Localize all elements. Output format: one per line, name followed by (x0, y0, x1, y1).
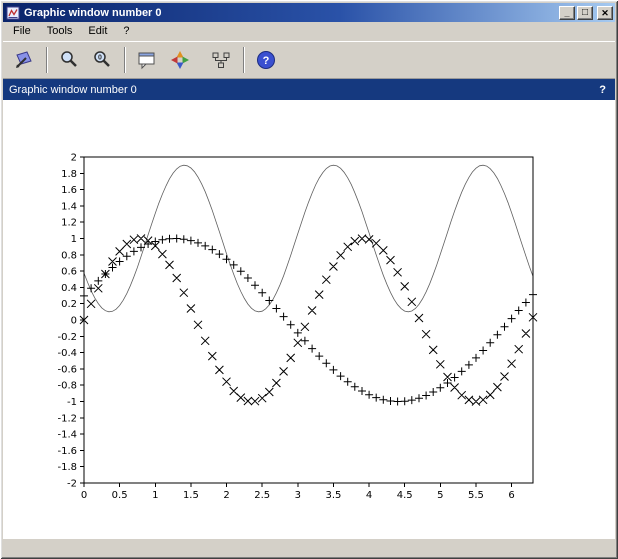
toolbar-separator (124, 47, 126, 73)
svg-text:-1: -1 (67, 397, 77, 408)
maximize-button[interactable]: □ (577, 6, 593, 20)
svg-text:1.2: 1.2 (61, 218, 77, 229)
toolbar-help-button[interactable]: ? (251, 45, 281, 75)
svg-text:4.5: 4.5 (397, 490, 413, 501)
svg-text:-0.6: -0.6 (57, 364, 77, 375)
rotation-icon (169, 49, 191, 71)
svg-text:1: 1 (152, 490, 158, 501)
svg-text:-1.4: -1.4 (57, 430, 77, 441)
data-editor-icon (210, 49, 232, 71)
help-icon: ? (255, 49, 277, 71)
graphic-window: Graphic window number 0 _ □ ✕ File Tools… (0, 0, 618, 559)
svg-text:5.5: 5.5 (468, 490, 484, 501)
minimize-button[interactable]: _ (559, 6, 575, 20)
infobar-text: Graphic window number 0 (9, 84, 599, 96)
toolbar-data-editor-button[interactable] (206, 45, 236, 75)
svg-text:-2: -2 (67, 479, 77, 490)
ged-icon (136, 49, 158, 71)
infobar-help-button[interactable]: ? (599, 84, 606, 96)
svg-text:-1.6: -1.6 (57, 446, 77, 457)
svg-text:?: ? (263, 55, 270, 67)
info-bar: Graphic window number 0 ? (3, 79, 615, 100)
plot-canvas: 0 0.5 1 1.5 2 2.5 3 3.5 4 4.5 5 5.5 6 2 1.8 1.6 1.4 1.2 1 0… (3, 100, 615, 538)
svg-text:2: 2 (71, 153, 77, 164)
window-icon[interactable] (6, 6, 20, 20)
svg-text:1.5: 1.5 (183, 490, 199, 501)
toolbar-rotation-button[interactable] (165, 45, 195, 75)
menu-edit[interactable]: Edit (80, 23, 115, 40)
title-bar[interactable]: Graphic window number 0 _ □ ✕ (3, 3, 615, 22)
unzoom-icon: 0 (91, 49, 113, 71)
svg-text:0: 0 (71, 316, 77, 327)
svg-text:1.6: 1.6 (61, 185, 77, 196)
svg-text:2.5: 2.5 (254, 490, 270, 501)
menu-help[interactable]: ? (115, 23, 137, 40)
window-title: Graphic window number 0 (24, 7, 557, 19)
toolbar-separator (46, 47, 48, 73)
svg-text:0.8: 0.8 (61, 250, 77, 261)
svg-text:-1.2: -1.2 (57, 413, 77, 424)
toolbar-export-button[interactable] (9, 45, 39, 75)
svg-text:-1.8: -1.8 (57, 462, 77, 473)
svg-text:-0.8: -0.8 (57, 381, 77, 392)
svg-text:0.6: 0.6 (61, 267, 77, 278)
menu-file[interactable]: File (5, 23, 39, 40)
svg-text:2: 2 (223, 490, 229, 501)
svg-text:0: 0 (98, 54, 102, 61)
toolbar-unzoom-button[interactable]: 0 (87, 45, 117, 75)
svg-text:5: 5 (437, 490, 443, 501)
svg-text:0.5: 0.5 (112, 490, 128, 501)
close-button[interactable]: ✕ (597, 6, 613, 20)
toolbar-zoom-area-button[interactable] (54, 45, 84, 75)
svg-text:4: 4 (366, 490, 372, 501)
toolbar: 0 (3, 41, 615, 79)
svg-text:6: 6 (508, 490, 514, 501)
svg-text:3: 3 (295, 490, 301, 501)
zoom-area-icon (58, 49, 80, 71)
svg-text:-0.2: -0.2 (57, 332, 77, 343)
toolbar-ged-button[interactable] (132, 45, 162, 75)
toolbar-separator (243, 47, 245, 73)
export-icon (13, 49, 35, 71)
svg-text:1.4: 1.4 (61, 201, 77, 212)
plot-area: 0 0.5 1 1.5 2 2.5 3 3.5 4 4.5 5 5.5 6 2 1.8 1.6 1.4 1.2 1 0… (3, 100, 615, 538)
svg-text:0: 0 (81, 490, 87, 501)
svg-text:0.4: 0.4 (61, 283, 77, 294)
svg-text:-0.4: -0.4 (57, 348, 77, 359)
svg-text:3.5: 3.5 (325, 490, 341, 501)
menu-bar: File Tools Edit ? (3, 22, 615, 41)
svg-text:1.8: 1.8 (61, 169, 77, 180)
svg-text:1: 1 (71, 234, 77, 245)
menu-tools[interactable]: Tools (39, 23, 81, 40)
status-bar (3, 538, 615, 556)
svg-text:0.2: 0.2 (61, 299, 77, 310)
